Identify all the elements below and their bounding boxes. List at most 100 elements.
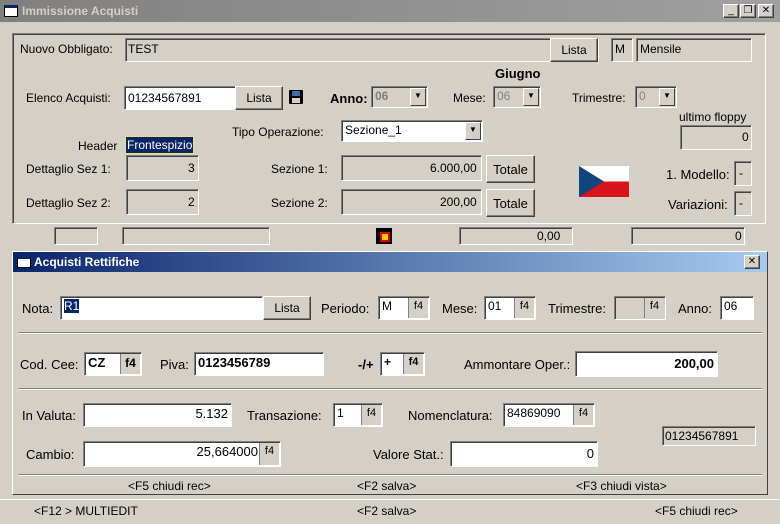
anno-label: Anno: xyxy=(330,91,368,106)
mese-f4-button[interactable]: f4 xyxy=(514,298,534,318)
tipo-operazione-value: Sezione_1 xyxy=(345,123,402,137)
minimize-button[interactable]: _ xyxy=(723,4,739,18)
invaluta-field[interactable]: 5.132 xyxy=(83,403,232,427)
dialog-trimestre-field[interactable]: f4 xyxy=(614,296,666,320)
invaluta-label: In Valuta: xyxy=(22,408,76,423)
valorestat-label: Valore Stat.: xyxy=(373,447,444,462)
anno-select[interactable]: 06 ▼ xyxy=(371,86,428,108)
tipo-dropdown-arrow-icon[interactable]: ▼ xyxy=(465,122,481,140)
nuovo-obbligato-label: Nuovo Obbligato: xyxy=(20,42,113,56)
window-icon xyxy=(4,5,18,17)
trimestre-f4-button[interactable]: f4 xyxy=(644,298,664,318)
status-box-2 xyxy=(122,227,270,245)
bottom-f5-shortcut[interactable]: <F5 chiudi rec> xyxy=(655,504,738,518)
sezione1-totale-button[interactable]: Totale xyxy=(486,155,535,183)
sezione1-value: 6.000,00 xyxy=(430,161,477,175)
trimestre-select[interactable]: 0 ▼ xyxy=(635,86,677,108)
close-button[interactable]: ✕ xyxy=(758,4,774,18)
obbligato-lista-button[interactable]: Lista xyxy=(550,38,598,62)
mese-dropdown-arrow-icon[interactable]: ▼ xyxy=(523,88,539,106)
status-box-1 xyxy=(54,227,98,245)
mese-select[interactable]: 06 ▼ xyxy=(493,86,541,108)
ultimo-floppy-label: ultimo floppy xyxy=(679,110,747,124)
header-label: Header xyxy=(78,139,118,153)
variazioni-label: Variazioni: xyxy=(668,197,728,212)
ammontare-field[interactable]: 200,00 xyxy=(575,351,718,377)
transazione-f4-button[interactable]: f4 xyxy=(361,405,381,425)
cambio-f4-button[interactable]: f4 xyxy=(259,443,279,465)
dettaglio1-value: 3 xyxy=(188,161,195,175)
dialog-f2-shortcut[interactable]: <F2 salva> xyxy=(357,479,416,493)
codcee-label: Cod. Cee: xyxy=(20,357,79,372)
tipo-operazione-select[interactable]: Sezione_1 ▼ xyxy=(341,120,483,142)
ammontare-label: Ammontare Oper.: xyxy=(464,357,571,372)
nomenclatura-value: 84869090 xyxy=(507,406,561,420)
trimestre-dropdown-arrow-icon[interactable]: ▼ xyxy=(659,88,675,106)
dialog-close-button[interactable]: ✕ xyxy=(744,255,760,269)
mese-label: Mese: xyxy=(453,91,486,105)
modello-label: 1. Modello: xyxy=(666,167,730,182)
sezione1-label: Sezione 1: xyxy=(271,162,328,176)
variazioni-value: - xyxy=(739,196,743,210)
modello-field xyxy=(734,161,752,186)
cambio-label: Cambio: xyxy=(26,447,75,462)
nomenclatura-f4-button[interactable]: f4 xyxy=(573,405,593,425)
save-floppy-icon[interactable] xyxy=(289,90,303,104)
bottom-f12-shortcut[interactable]: <F12 > MULTIEDIT xyxy=(34,504,138,518)
dialog-anno-label: Anno: xyxy=(678,301,712,316)
window-title: Immissione Acquisti xyxy=(22,4,139,18)
status-count-value: 0 xyxy=(735,229,742,243)
elenco-field[interactable]: 01234567891 xyxy=(124,86,236,110)
sign-field[interactable]: + f4 xyxy=(380,352,425,376)
elenco-lista-button[interactable]: Lista xyxy=(235,86,283,110)
bottom-f2-shortcut[interactable]: <F2 salva> xyxy=(357,504,416,518)
dialog-mese-field[interactable]: 01 f4 xyxy=(484,296,536,320)
variazioni-field xyxy=(734,191,752,216)
restore-button[interactable]: ❐ xyxy=(740,4,756,18)
dialog-mese-label: Mese: xyxy=(442,301,478,316)
nomenclatura-label: Nomenclatura: xyxy=(408,408,493,423)
dialog-separator-2 xyxy=(18,388,762,390)
periodo-value: M xyxy=(382,299,392,313)
transazione-label: Transazione: xyxy=(247,408,322,423)
dettaglio1-label: Dettaglio Sez 1: xyxy=(26,162,111,176)
piva-field[interactable]: 0123456789 xyxy=(194,352,324,376)
nota-field[interactable]: R1 xyxy=(60,296,263,320)
codcee-field[interactable]: CZ f4 xyxy=(84,352,142,376)
nuovo-obbligato-value: TEST xyxy=(128,42,159,56)
dialog-f5-shortcut[interactable]: <F5 chiudi rec> xyxy=(128,479,211,493)
dialog-trimestre-label: Trimestre: xyxy=(548,301,607,316)
anno-dropdown-arrow-icon[interactable]: ▼ xyxy=(410,88,426,106)
nota-lista-button[interactable]: Lista xyxy=(263,296,311,320)
anno-value: 06 xyxy=(375,89,389,103)
status-count-field xyxy=(631,227,745,245)
transazione-value: 1 xyxy=(337,406,344,420)
sign-f4-button[interactable]: f4 xyxy=(403,354,423,374)
sign-value: + xyxy=(384,355,392,369)
ultimo-floppy-value: 0 xyxy=(742,130,749,144)
modello-value: - xyxy=(739,166,743,180)
elenco-label: Elenco Acquisti: xyxy=(26,91,111,105)
header-frontespizio[interactable]: Frontespizio xyxy=(124,136,195,154)
periodo-field[interactable]: M f4 xyxy=(378,296,430,320)
dialog-f3-shortcut[interactable]: <F3 chiudi vista> xyxy=(576,479,667,493)
codcee-f4-button[interactable]: f4 xyxy=(120,354,140,374)
nomenclatura-field[interactable]: 84869090 f4 xyxy=(503,403,595,427)
dettaglio2-label: Dettaglio Sez 2: xyxy=(26,196,111,210)
dialog-anno-field[interactable]: 06 xyxy=(720,296,754,320)
sezione2-totale-button[interactable]: Totale xyxy=(486,189,535,217)
nuovo-obbligato-field xyxy=(125,38,599,62)
sign-label: -/+ xyxy=(358,357,374,372)
dettaglio2-value: 2 xyxy=(188,195,195,209)
cambio-field[interactable]: 25,664000 f4 xyxy=(83,441,281,467)
czech-flag-icon xyxy=(579,166,629,197)
transazione-field[interactable]: 1 f4 xyxy=(333,403,383,427)
cambio-value: 25,664000 xyxy=(196,444,258,459)
m-value: M xyxy=(615,42,625,56)
sezione2-label: Sezione 2: xyxy=(271,196,328,210)
main-title-bar: Immissione Acquisti _ ❐ ✕ xyxy=(0,0,780,22)
ref-value: 01234567891 xyxy=(665,429,739,443)
periodo-f4-button[interactable]: f4 xyxy=(408,298,428,318)
dialog-title: Acquisti Rettifiche xyxy=(34,255,140,269)
valorestat-field[interactable]: 0 xyxy=(450,441,598,467)
